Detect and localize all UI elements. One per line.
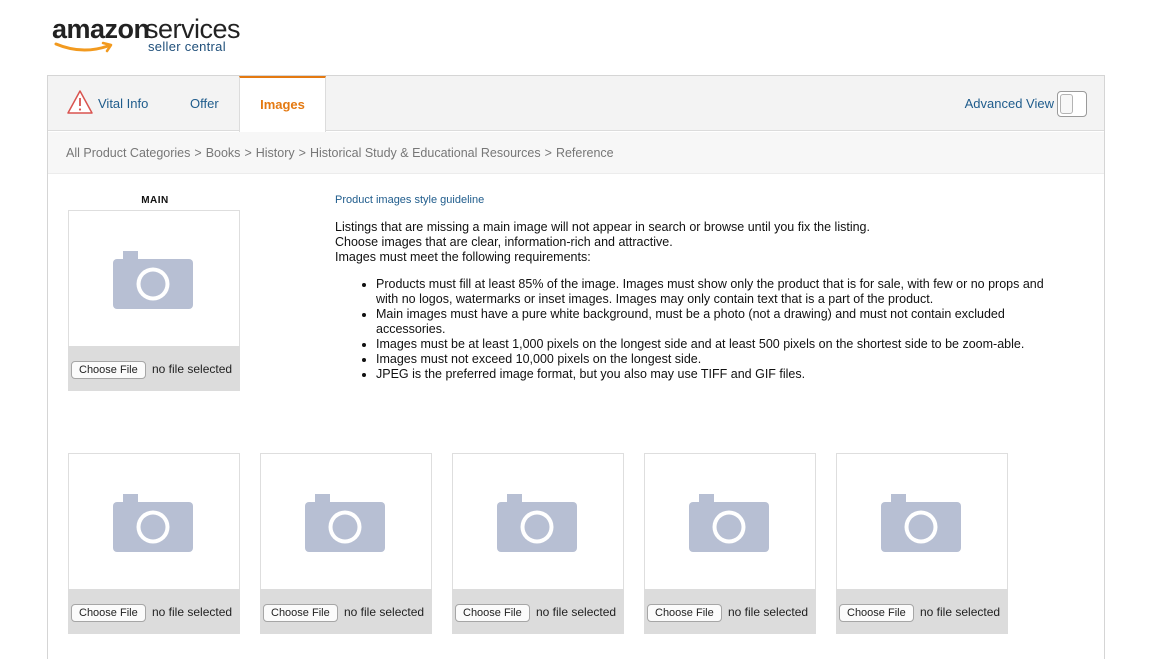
camera-icon — [497, 494, 577, 552]
intro-line: Listings that are missing a main image w… — [335, 220, 870, 234]
main-image-label: MAIN — [141, 195, 169, 206]
warning-triangle-icon — [67, 90, 93, 114]
file-picker-bar: Choose File no file selected — [644, 589, 816, 634]
camera-icon — [113, 494, 193, 552]
file-status: no file selected — [920, 605, 1001, 619]
additional-image-slot: Choose File no file selected — [836, 453, 1008, 634]
amazon-services-logo: amazon services seller central — [52, 14, 252, 58]
image-placeholder[interactable] — [68, 210, 240, 348]
listing-panel: Vital Info Offer Images Advanced View Al… — [47, 75, 1105, 659]
image-placeholder[interactable] — [644, 453, 816, 591]
file-status: no file selected — [152, 605, 233, 619]
choose-file-button[interactable]: Choose File — [839, 604, 914, 622]
tab-offer[interactable]: Offer — [190, 76, 219, 131]
choose-file-button[interactable]: Choose File — [263, 604, 338, 622]
logo-brand: amazon — [52, 14, 150, 44]
camera-icon — [881, 494, 961, 552]
file-picker-bar: Choose File no file selected — [68, 589, 240, 634]
requirement-item: Images must not exceed 10,000 pixels on … — [376, 352, 1066, 367]
choose-file-button[interactable]: Choose File — [71, 361, 146, 379]
file-status: no file selected — [536, 605, 617, 619]
file-status: no file selected — [152, 362, 233, 376]
breadcrumb: All Product Categories > Books > History > His… — [66, 146, 614, 160]
image-placeholder[interactable] — [452, 453, 624, 591]
additional-image-slot: Choose File no file selected — [68, 453, 240, 634]
file-picker-bar: Choose File no file selected — [260, 589, 432, 634]
main-image-slot: Choose File no file selected — [68, 210, 240, 391]
breadcrumb-separator: > — [244, 146, 252, 160]
breadcrumb-item[interactable]: Historical Study & Educational Resources — [310, 146, 541, 160]
camera-icon — [113, 251, 193, 309]
breadcrumb-separator: > — [298, 146, 306, 160]
breadcrumb-bar: All Product Categories > Books > History > His… — [48, 132, 1104, 174]
tab-images[interactable]: Images — [239, 76, 326, 132]
requirement-item: Images must be at least 1,000 pixels on … — [376, 337, 1066, 352]
logo-subtitle: seller central — [148, 39, 226, 54]
file-picker-bar: Choose File no file selected — [452, 589, 624, 634]
camera-icon — [689, 494, 769, 552]
image-placeholder[interactable] — [836, 453, 1008, 591]
intro-line: Images must meet the following requireme… — [335, 250, 591, 264]
choose-file-button[interactable]: Choose File — [455, 604, 530, 622]
intro-line: Choose images that are clear, informatio… — [335, 235, 673, 249]
requirement-item: Main images must have a pure white backg… — [376, 307, 1066, 337]
breadcrumb-item[interactable]: Reference — [556, 146, 614, 160]
camera-icon — [305, 494, 385, 552]
image-placeholder[interactable] — [68, 453, 240, 591]
choose-file-button[interactable]: Choose File — [647, 604, 722, 622]
breadcrumb-separator: > — [544, 146, 552, 160]
additional-image-slot: Choose File no file selected — [644, 453, 816, 634]
file-picker-bar: Choose File no file selected — [68, 346, 240, 391]
smile-arrow-icon — [54, 41, 113, 53]
image-intro-text: Listings that are missing a main image w… — [335, 220, 870, 265]
additional-image-slot: Choose File no file selected — [260, 453, 432, 634]
advanced-view-label[interactable]: Advanced View — [965, 76, 1054, 131]
advanced-view-toggle[interactable] — [1057, 91, 1087, 117]
choose-file-button[interactable]: Choose File — [71, 604, 146, 622]
requirement-item: Products must fill at least 85% of the i… — [376, 277, 1066, 307]
tab-vital-info-label: Vital Info — [98, 96, 149, 111]
file-status: no file selected — [728, 605, 809, 619]
requirement-item: JPEG is the preferred image format, but … — [376, 367, 1066, 382]
image-placeholder[interactable] — [260, 453, 432, 591]
breadcrumb-item[interactable]: All Product Categories — [66, 146, 190, 160]
tab-bar: Vital Info Offer Images Advanced View — [48, 76, 1104, 132]
requirements-list: Products must fill at least 85% of the i… — [376, 277, 1066, 382]
breadcrumb-item[interactable]: History — [256, 146, 295, 160]
additional-image-slot: Choose File no file selected — [452, 453, 624, 634]
breadcrumb-separator: > — [194, 146, 202, 160]
file-picker-bar: Choose File no file selected — [836, 589, 1008, 634]
breadcrumb-item[interactable]: Books — [206, 146, 241, 160]
file-status: no file selected — [344, 605, 425, 619]
style-guideline-link[interactable]: Product images style guideline — [335, 194, 484, 206]
toggle-knob — [1060, 94, 1073, 114]
